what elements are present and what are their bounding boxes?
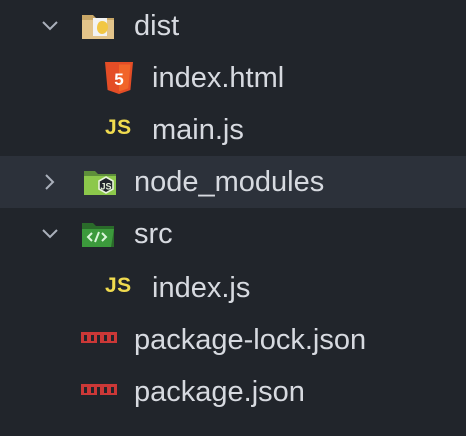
tree-item-node-modules[interactable]: JS node_modules [0,156,466,208]
file-explorer-tree: dist 5 index.html JS main.js JS node_mod… [0,0,466,436]
tree-item-label: package-lock.json [134,324,367,356]
chevron-down-icon[interactable] [40,224,60,244]
tree-item-label: index.js [152,272,251,304]
tree-item-label: node_modules [134,166,325,198]
tree-item-src[interactable]: src [0,208,466,260]
npm-icon [81,332,117,343]
tree-item-main-js[interactable]: JS main.js [0,104,466,156]
tree-item-label: src [134,218,173,250]
tree-item-index-html[interactable]: 5 index.html [0,52,466,104]
javascript-icon: JS [105,274,132,297]
tree-item-package-json[interactable]: package.json [0,366,466,418]
tree-item-label: index.html [152,62,285,94]
tree-item-label: package.json [134,376,305,408]
tree-item-package-lock-json[interactable]: package-lock.json [0,314,466,366]
dist-folder-icon [82,15,114,39]
node-folder-icon: JS [84,171,116,195]
chevron-right-icon[interactable] [40,172,60,192]
svg-text:5: 5 [114,70,123,89]
chevron-down-icon[interactable] [40,16,60,36]
tree-item-dist[interactable]: dist [0,0,466,52]
src-folder-icon [82,223,114,247]
npm-icon [81,384,117,395]
tree-item-index-js[interactable]: JS index.js [0,262,466,314]
html5-icon: 5 [105,62,133,94]
svg-text:JS: JS [100,182,111,192]
tree-item-label: dist [134,10,180,42]
tree-item-label: main.js [152,114,244,146]
javascript-icon: JS [105,116,132,139]
